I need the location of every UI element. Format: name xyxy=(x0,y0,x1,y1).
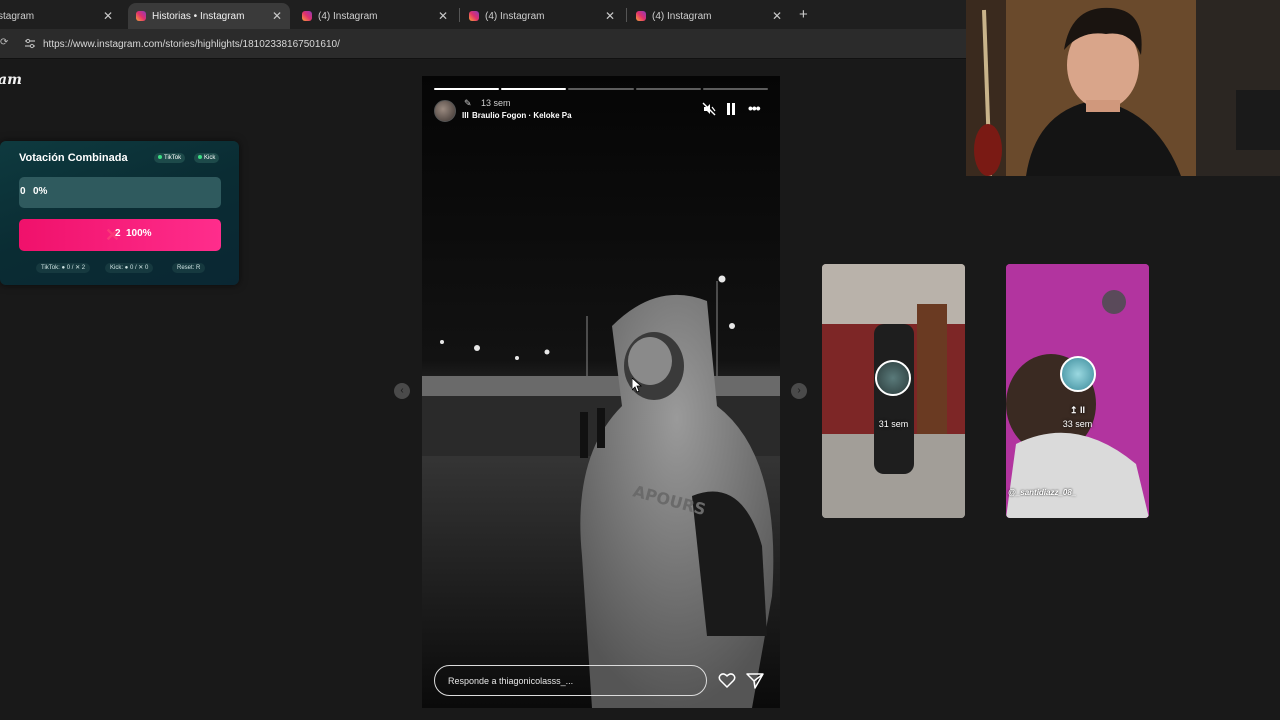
reply-input[interactable]: Responde a thiagonicolasss_... xyxy=(434,665,707,696)
instagram-icon xyxy=(302,11,312,21)
reply-placeholder: Responde a thiagonicolasss_... xyxy=(448,676,574,686)
vote-option-2-percent: 100% xyxy=(126,228,152,239)
tab-divider xyxy=(626,8,627,22)
close-icon[interactable]: ✕ xyxy=(438,9,448,23)
instagram-icon xyxy=(469,11,479,21)
tab-stories[interactable]: Historias • Instagram ✕ xyxy=(128,3,290,29)
story-card-next[interactable]: ↥ II 33 sem @_santidiazz_08_ xyxy=(1006,264,1149,518)
tab-title: (4) Instagram xyxy=(652,10,712,22)
vote-footer-reset: Reset: R xyxy=(172,263,206,273)
vote-option-1-percent: 0% xyxy=(33,186,48,197)
instagram-logo[interactable]: am xyxy=(0,72,22,88)
close-icon[interactable]: ✕ xyxy=(772,9,782,23)
pause-icon[interactable] xyxy=(726,103,736,115)
vote-option-2: ✕ 2 100% xyxy=(19,219,221,251)
story-progress-segment xyxy=(635,88,701,90)
vote-footer-tiktok: TikTok: ● 0 / ✕ 2 xyxy=(36,263,91,273)
story-progress-segment xyxy=(568,88,634,90)
chevron-left-icon[interactable]: ‹ xyxy=(394,383,410,399)
card-mention: @_santidiazz_08_ xyxy=(1008,488,1077,497)
close-icon[interactable]: ✕ xyxy=(103,9,113,23)
tab-instagram-5[interactable]: (4) Instagram ✕ xyxy=(628,3,790,29)
live-dot-icon xyxy=(158,155,162,160)
music-icon: III xyxy=(462,111,469,120)
vote-title: Votación Combinada xyxy=(19,152,128,164)
story-song[interactable]: Braulio Fogon · Keloke Pa xyxy=(472,111,572,120)
story-photo: APOURS xyxy=(422,76,780,708)
screen: stagram ✕ Historias • Instagram ✕ (4) In… xyxy=(0,0,1280,720)
tab-title: (4) Instagram xyxy=(485,10,545,22)
tab-title: stagram xyxy=(0,10,35,22)
badge-label: TikTok xyxy=(164,155,182,161)
close-icon[interactable]: ✕ xyxy=(605,9,615,23)
reload-icon[interactable]: ⟳ xyxy=(0,37,8,48)
plus-icon[interactable]: + xyxy=(799,6,808,23)
highlight-icon: ✎ xyxy=(464,98,472,108)
card-time: 33 sem xyxy=(1062,419,1093,429)
story-progress-segment xyxy=(702,88,768,90)
url-input[interactable]: https://www.instagram.com/stories/highli… xyxy=(43,39,340,50)
send-icon[interactable] xyxy=(746,672,764,689)
mute-icon[interactable] xyxy=(702,102,716,116)
story-card-previous[interactable]: 31 sem xyxy=(822,264,965,518)
vote-footer-kick: Kick: ● 0 / ✕ 0 xyxy=(105,263,154,273)
tab-title: Historias • Instagram xyxy=(152,10,245,22)
webcam-image xyxy=(966,0,1280,176)
story-time: 13 sem xyxy=(481,98,511,108)
more-icon[interactable]: ••• xyxy=(748,100,761,116)
chevron-right-icon[interactable]: › xyxy=(791,383,807,399)
kick-badge: Kick xyxy=(194,153,220,163)
tab-divider xyxy=(459,8,460,22)
site-info-icon[interactable] xyxy=(24,38,36,49)
card-time: 31 sem xyxy=(878,419,909,429)
avatar[interactable] xyxy=(434,100,456,122)
live-dot-icon xyxy=(198,155,202,160)
instagram-icon xyxy=(136,11,146,21)
close-icon[interactable]: ✕ xyxy=(272,9,282,23)
card-name: ↥ II xyxy=(1069,405,1086,415)
instagram-icon xyxy=(636,11,646,21)
avatar xyxy=(875,360,911,396)
story-progress-segment xyxy=(434,88,500,90)
mouse-cursor xyxy=(632,378,642,393)
story-viewer[interactable]: APOURS ✎ 13 sem III Braulio Fogon · Kelo… xyxy=(422,76,780,708)
avatar xyxy=(1060,356,1096,392)
vote-option-1: 0 0% xyxy=(19,177,221,208)
vote-option-1-label: 0 xyxy=(20,186,26,197)
tab-title: (4) Instagram xyxy=(318,10,378,22)
tab-instagram-3[interactable]: (4) Instagram ✕ xyxy=(294,3,456,29)
badge-label: Kick xyxy=(204,155,216,161)
tab-instagram-4[interactable]: (4) Instagram ✕ xyxy=(461,3,623,29)
heart-icon[interactable] xyxy=(718,672,736,689)
story-progress-segment xyxy=(501,88,567,90)
tiktok-badge: TikTok xyxy=(154,153,186,163)
webcam-overlay xyxy=(966,0,1280,176)
tab-instagram-1[interactable]: stagram ✕ xyxy=(0,3,121,29)
vote-option-2-label: 2 xyxy=(115,228,121,239)
